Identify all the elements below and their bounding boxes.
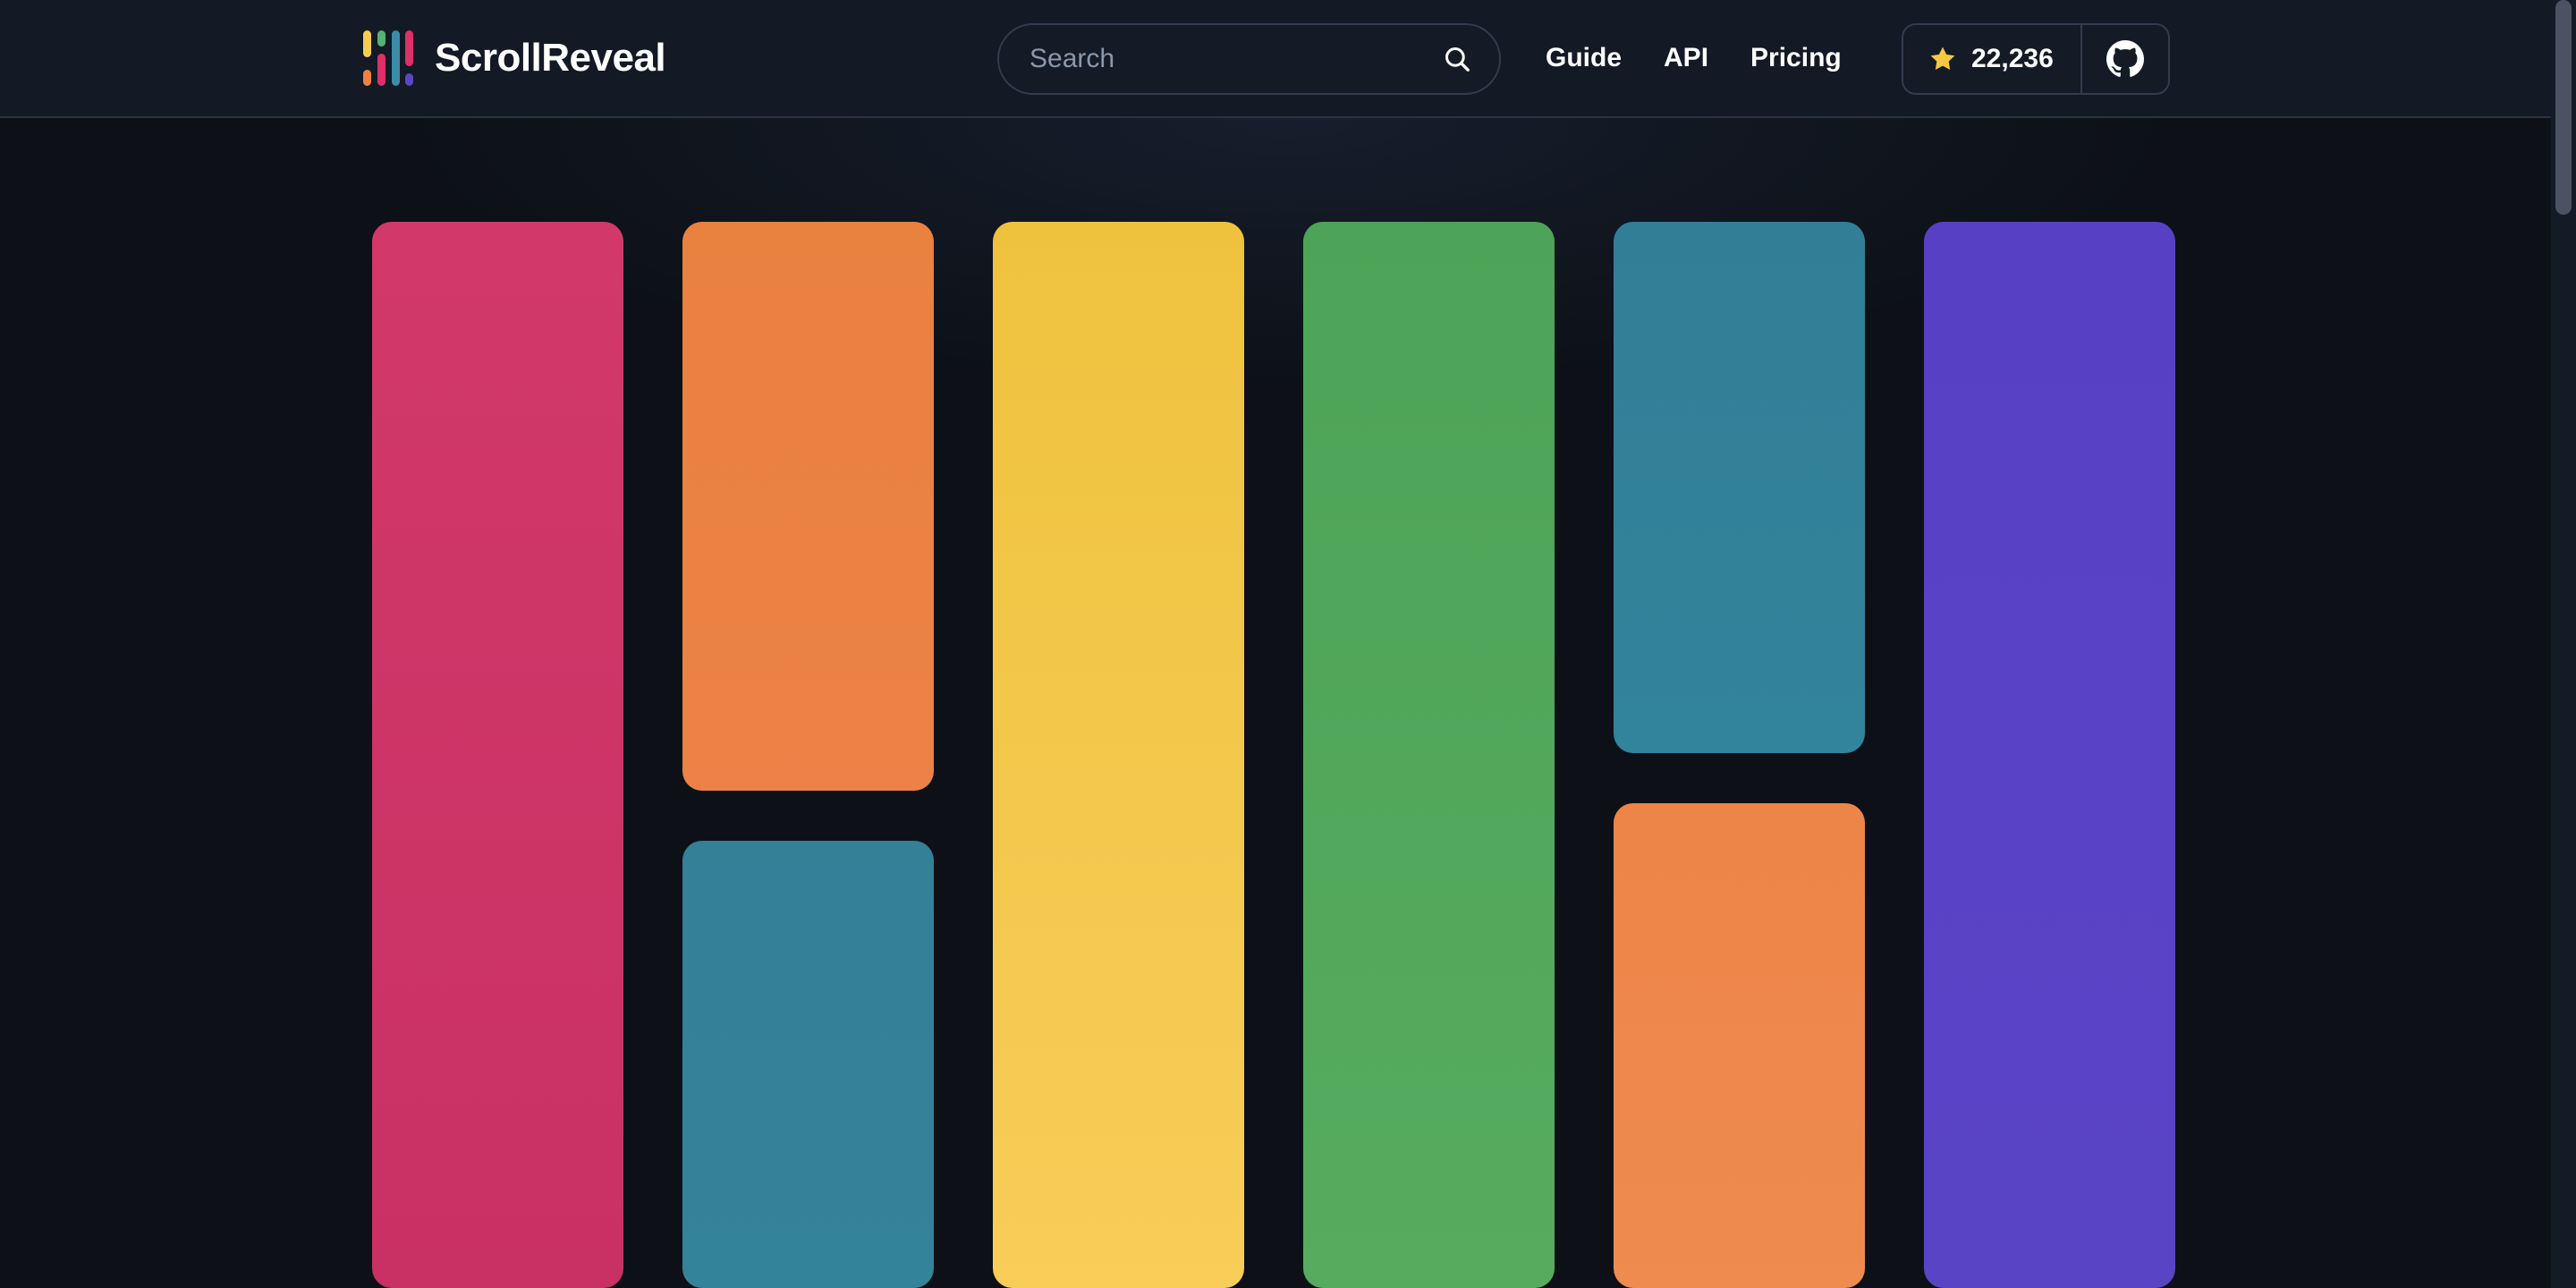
color-bar (1614, 803, 1865, 1288)
search-input[interactable] (1030, 44, 1442, 74)
color-bar (372, 222, 623, 1288)
logo-column (363, 30, 371, 86)
nav-link-guide[interactable]: Guide (1546, 45, 1622, 72)
color-bar-column (993, 222, 1244, 1288)
page-scrollbar-track[interactable] (2551, 0, 2576, 1288)
logo-bar-segment (391, 30, 400, 86)
github-button-group: 22,236 (1902, 23, 2170, 95)
color-bar (993, 222, 1244, 1288)
github-star-count: 22,236 (1971, 44, 2054, 73)
page-scrollbar-thumb[interactable] (2555, 0, 2572, 215)
brand-logo-link[interactable]: ScrollReveal (363, 0, 666, 116)
scrollreveal-logo-icon (363, 30, 414, 86)
search-box[interactable] (997, 23, 1501, 95)
color-bar (682, 841, 934, 1288)
color-bar-column (1303, 222, 1555, 1288)
brand-name: ScrollReveal (435, 36, 666, 80)
color-bar-column (1614, 222, 1865, 1288)
color-bar (1924, 222, 2175, 1288)
search-icon[interactable] (1442, 44, 1472, 74)
logo-bar-segment (377, 54, 386, 86)
color-bar (1303, 222, 1555, 1288)
logo-column (405, 30, 414, 86)
star-icon (1930, 47, 1955, 70)
logo-bar-segment (405, 73, 414, 86)
hero-section (0, 118, 2576, 1288)
logo-column (391, 30, 400, 86)
logo-bar-segment (405, 30, 414, 66)
site-header: ScrollReveal Guide API Pricing 22,236 (0, 0, 2576, 118)
github-repo-button[interactable] (2082, 25, 2168, 93)
color-bar-column (682, 222, 934, 1288)
color-bar-column (372, 222, 623, 1288)
color-bar-column (1924, 222, 2175, 1288)
logo-bar-segment (377, 30, 386, 47)
page-root: ScrollReveal Guide API Pricing 22,236 (0, 0, 2576, 1288)
color-bar (682, 222, 934, 791)
logo-bar-segment (363, 70, 371, 86)
logo-bar-segment (363, 30, 371, 57)
logo-column (377, 30, 386, 86)
nav-link-pricing[interactable]: Pricing (1750, 45, 1842, 72)
github-icon (2106, 40, 2144, 77)
primary-nav: Guide API Pricing (1546, 0, 1842, 116)
color-bar (1614, 222, 1865, 753)
nav-link-api[interactable]: API (1664, 45, 1708, 72)
github-star-button[interactable]: 22,236 (1903, 25, 2082, 93)
color-bars-grid (372, 222, 2204, 1288)
